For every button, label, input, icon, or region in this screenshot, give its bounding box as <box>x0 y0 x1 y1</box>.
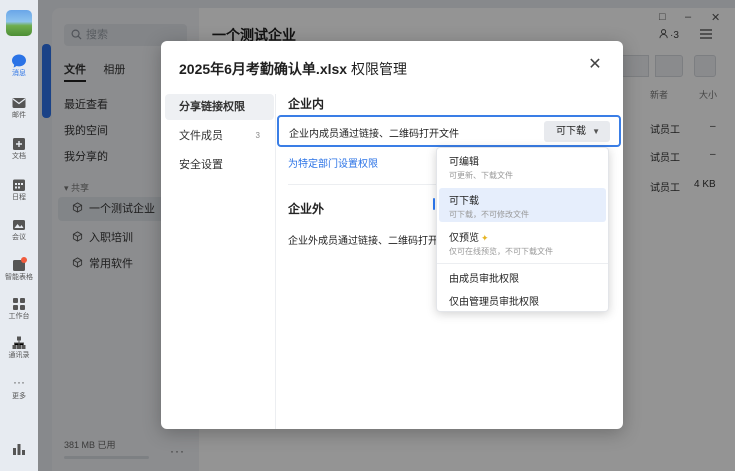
message-icon <box>11 53 27 69</box>
dialog-nav-security[interactable]: 安全设置 <box>165 152 274 178</box>
option-downloadable[interactable]: 可下载 可下载，不可修改文件 <box>433 188 606 222</box>
rail-label: 文档 <box>12 153 26 160</box>
external-link-text: 企业外成员通过链接、二维码打开 <box>288 236 438 247</box>
rail-item-stats[interactable] <box>0 438 38 471</box>
chevron-down-icon: ▼ <box>592 127 600 136</box>
dialog-nav-file-members[interactable]: 文件成员 3 <box>165 123 274 149</box>
dropdown-separator <box>437 263 608 264</box>
rail-item-smart-sheet[interactable]: 智能表格 <box>0 254 38 288</box>
dialog-divider <box>275 94 276 429</box>
contacts-icon <box>11 335 27 351</box>
rail-label: 智能表格 <box>5 274 33 281</box>
dialog-title: 2025年6月考勤确认单.xlsx 权限管理 <box>179 59 407 79</box>
rail-item-docs[interactable]: 文档 <box>0 133 38 167</box>
document-icon <box>11 136 27 152</box>
permission-select[interactable]: 可下载 ▼ <box>544 121 610 142</box>
calendar-icon <box>11 177 27 193</box>
member-count-badge: 3 <box>255 131 260 140</box>
rail-label: 邮件 <box>12 112 26 119</box>
external-section-title: 企业外 <box>288 202 325 216</box>
rail-item-contacts[interactable]: 通讯录 <box>0 332 38 366</box>
option-member-approval[interactable]: 由成员审批权限 <box>449 270 519 285</box>
dialog-nav-share-link[interactable]: 分享链接权限 <box>165 94 274 120</box>
dialog-file-name: 2025年6月考勤确认单.xlsx <box>179 61 348 77</box>
option-admin-approval[interactable]: 仅由管理员审批权限 <box>449 293 539 308</box>
rail-label: 更多 <box>12 393 26 400</box>
bar-chart-icon <box>11 441 27 457</box>
close-icon[interactable]: ✕ <box>585 55 605 75</box>
rail-label: 工作台 <box>8 313 30 320</box>
sparkle-icon: ✦ <box>481 233 489 243</box>
dept-permission-link[interactable]: 为特定部门设置权限 <box>288 155 378 170</box>
mail-icon <box>11 95 27 111</box>
smart-sheet-icon <box>11 257 27 273</box>
rail-item-calendar[interactable]: 日程 <box>0 174 38 208</box>
rail-item-mail[interactable]: 邮件 <box>0 92 38 126</box>
rail-item-messages[interactable]: 消息 <box>0 50 38 84</box>
workbench-icon <box>11 296 27 312</box>
more-icon: ··· <box>13 375 25 389</box>
option-preview-only[interactable]: 仅预览 ✦ 仅可在线预览，不可下载文件 <box>439 229 606 259</box>
internal-section-title: 企业内 <box>288 97 325 111</box>
meeting-icon <box>11 217 27 233</box>
internal-link-text: 企业内成员通过链接、二维码打开文件 <box>289 129 459 140</box>
rail-label: 日程 <box>12 194 26 201</box>
rail-item-meeting[interactable]: 会议 <box>0 214 38 248</box>
internal-link-row: 企业内成员通过链接、二维码打开文件 可下载 ▼ <box>277 115 621 147</box>
rail-item-workbench[interactable]: 工作台 <box>0 293 38 327</box>
dialog-nav: 分享链接权限 文件成员 3 安全设置 <box>165 94 274 181</box>
option-editable[interactable]: 可编辑 可更新、下载文件 <box>439 153 606 183</box>
left-rail: 消息 邮件 文档 日程 会议 智能表格 工作台 通讯录 ··· 更多 <box>0 0 38 471</box>
rail-label: 会议 <box>12 234 26 241</box>
dialog-title-suffix: 权限管理 <box>347 61 407 77</box>
rail-label: 通讯录 <box>8 352 30 359</box>
rail-item-more[interactable]: ··· 更多 <box>0 373 38 407</box>
workspace-avatar[interactable] <box>6 10 32 36</box>
permission-dropdown: 可编辑 可更新、下载文件 可下载 可下载，不可修改文件 仅预览 ✦ 仅可在线预览，… <box>433 147 609 312</box>
section-separator <box>288 184 438 185</box>
rail-label: 消息 <box>12 70 26 77</box>
